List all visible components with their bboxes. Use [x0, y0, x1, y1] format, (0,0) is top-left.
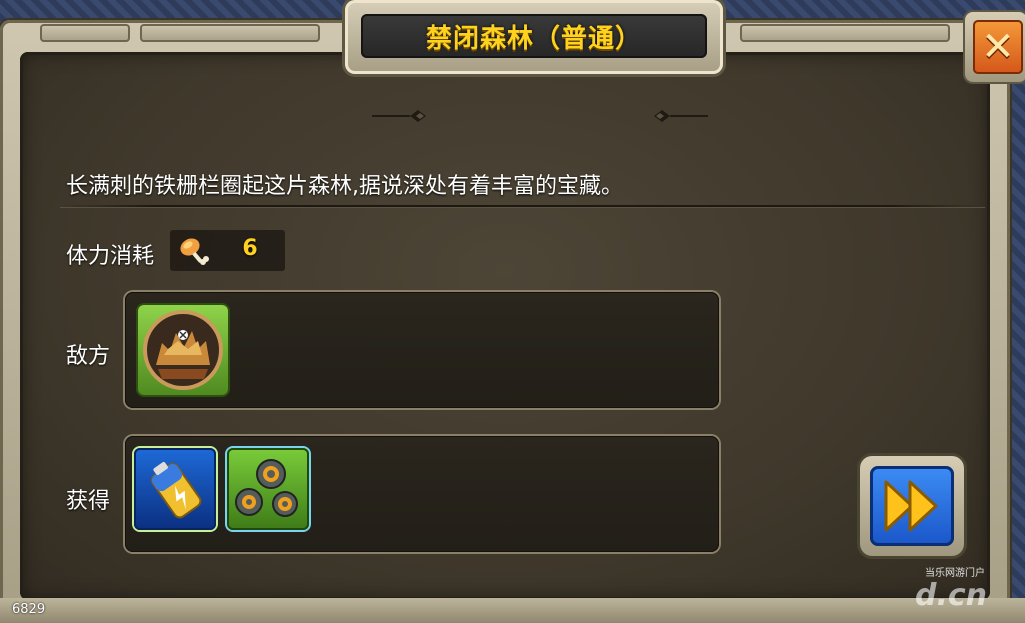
stamina-cost-box: 6	[170, 230, 285, 271]
watermark-logo: d.cn	[915, 578, 988, 613]
ornament-right-icon	[654, 110, 708, 122]
start-battle-button[interactable]	[860, 456, 964, 556]
stamina-value: 6	[242, 236, 258, 261]
frame-decoration	[40, 24, 130, 42]
reward-item-slot[interactable]	[134, 448, 216, 530]
enemy-unit-slot[interactable]	[138, 305, 228, 395]
reward-item-slot[interactable]	[227, 448, 309, 530]
frame-decoration	[140, 24, 320, 42]
enemy-label: 敌方	[66, 344, 111, 369]
gears-icon	[235, 459, 298, 517]
watermark-caption: 当乐网游门户	[925, 568, 985, 579]
close-button[interactable]: ✕	[965, 12, 1025, 82]
fast-forward-icon	[884, 480, 938, 532]
close-icon: ✕	[973, 20, 1023, 74]
drumstick-icon	[180, 238, 209, 265]
stamina-label: 体力消耗	[66, 244, 155, 269]
next-button-face	[870, 466, 954, 546]
rewards-label: 获得	[66, 489, 111, 514]
stage-title: 禁闭森林（普通）	[425, 23, 642, 54]
title-plaque: 禁闭森林（普通）	[345, 0, 723, 74]
frame-decoration	[740, 24, 950, 42]
forest-beast-portrait-icon	[143, 310, 223, 390]
energy-battery-icon	[150, 462, 202, 519]
section-divider	[60, 205, 985, 207]
level-number: 6829	[12, 602, 46, 617]
title-inner: 禁闭森林（普通）	[361, 14, 707, 58]
bottom-bar	[0, 598, 1025, 623]
ornament-left-icon	[372, 110, 426, 122]
stage-description: 长满刺的铁栅栏圈起这片森林,据说深处有着丰富的宝藏。	[66, 174, 623, 199]
watermark: 当乐网游门户 d.cn	[885, 560, 1020, 620]
